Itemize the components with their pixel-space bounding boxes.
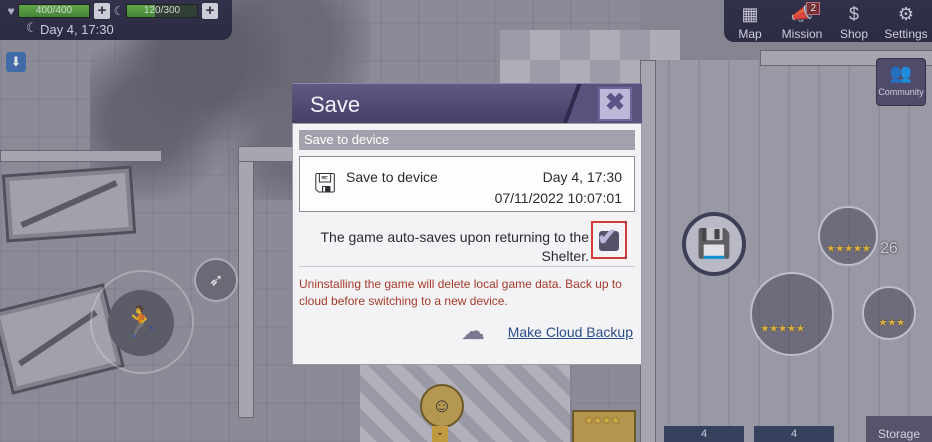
divider: [299, 266, 635, 267]
dialog-header: Save: [292, 83, 642, 124]
save-dialog: Save ✖ Save to device 🖫 Save to device D…: [292, 83, 642, 365]
dialog-title: Save: [310, 92, 361, 117]
autosave-text: The game auto-saves upon returning to th…: [293, 228, 589, 266]
slot-date-time: 07/11/2022 10:07:01: [494, 190, 622, 206]
autosave-line2: Shelter.: [541, 248, 589, 264]
dialog-body: Save to device 🖫 Save to device Day 4, 1…: [292, 123, 642, 365]
floppy-disk-icon: 🖫: [314, 168, 337, 198]
slot-name: Save to device: [346, 169, 438, 185]
slot-day-time: Day 4, 17:30: [542, 169, 622, 185]
save-slot[interactable]: 🖫 Save to device Day 4, 17:30 07/11/2022…: [299, 156, 635, 212]
close-icon[interactable]: ✖: [598, 87, 632, 121]
checkmark-icon: ✔: [597, 224, 618, 251]
make-cloud-backup-button[interactable]: Make Cloud Backup: [508, 324, 633, 340]
cloud-upload-icon[interactable]: ☁: [461, 320, 495, 344]
autosave-checkbox[interactable]: ✔: [591, 221, 627, 259]
autosave-line1: The game auto-saves upon returning to th…: [320, 229, 589, 245]
warning-text: Uninstalling the game will delete local …: [299, 277, 622, 308]
section-header: Save to device: [299, 130, 635, 150]
